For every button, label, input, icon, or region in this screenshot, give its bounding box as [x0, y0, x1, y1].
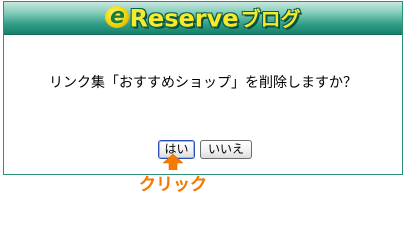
confirm-message: リンク集「おすすめショップ」を削除しますか？ [49, 75, 357, 91]
header-banner: e Reserve ブログ [4, 2, 402, 35]
confirm-dialog: e Reserve ブログ リンク集「おすすめショップ」を削除しますか？ はい いい… [3, 1, 403, 175]
arrow-up-icon [163, 154, 183, 170]
logo-blog-text: ブログ [240, 6, 301, 31]
logo-reserve-text: Reserve [129, 4, 239, 33]
logo-e-mark: e [105, 6, 130, 28]
click-callout: クリック [139, 175, 207, 195]
ereserve-blog-logo: e Reserve ブログ [4, 2, 402, 34]
no-button[interactable]: いいえ [200, 140, 252, 159]
